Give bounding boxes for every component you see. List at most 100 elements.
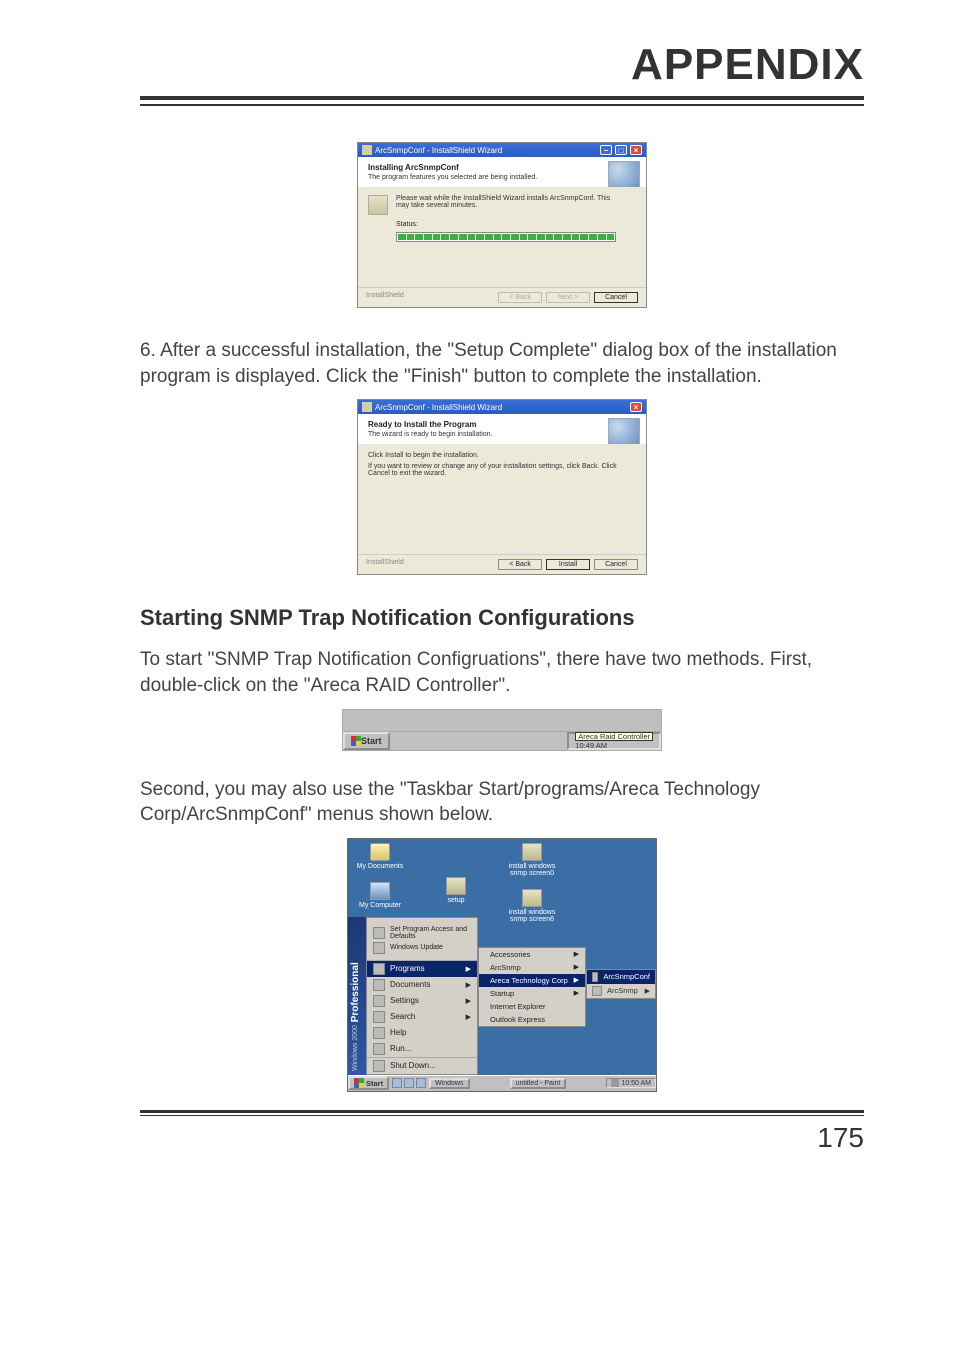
menu-search[interactable]: Search▶ <box>367 1009 477 1025</box>
programs-submenu: Accessories▶ ArcSnmp▶ Areca Technology C… <box>478 947 586 1027</box>
back-button: < Back <box>498 292 542 303</box>
globe-icon <box>373 942 385 954</box>
cancel-button[interactable]: Cancel <box>594 292 638 303</box>
minimize-button[interactable]: – <box>600 145 612 155</box>
quick-launch[interactable] <box>389 1078 429 1088</box>
menu-settings[interactable]: Settings▶ <box>367 993 477 1009</box>
footer-rule-thin <box>140 1115 864 1116</box>
status-label: Status: <box>396 221 636 228</box>
installer-icon <box>362 145 372 155</box>
windows-flag-icon <box>351 736 361 746</box>
section-heading: Starting SNMP Trap Notification Configur… <box>140 605 864 631</box>
help-icon <box>373 1027 385 1039</box>
tray-tooltip: Areca Raid Controller <box>575 732 653 742</box>
dialog-body-text: Click Install to begin the installation.… <box>368 452 636 477</box>
back-button[interactable]: < Back <box>498 559 542 570</box>
areca-submenu: ArcSnmpConf ArcSnmp▶ <box>586 969 656 999</box>
submenu-startup[interactable]: Startup▶ <box>479 987 585 1000</box>
dialog-footer: InstallShield < Back Install Cancel <box>358 554 646 574</box>
app-icon <box>592 972 598 982</box>
paragraph-step6: 6. After a successful installation, the … <box>140 338 864 389</box>
page-title: APPENDIX <box>140 40 864 90</box>
next-button: Next > <box>546 292 590 303</box>
installer-icon <box>362 402 372 412</box>
taskbar: Start Windows untitled - Paint 10:50 AM <box>348 1075 656 1091</box>
windows-flag-icon <box>354 1078 364 1088</box>
chevron-right-icon: ▶ <box>645 987 650 995</box>
install-progress-dialog: ArcSnmpConf - InstallShield Wizard – □ ×… <box>357 142 647 308</box>
install-body-text: Please wait while the InstallShield Wiza… <box>396 195 616 209</box>
ql-icon[interactable] <box>416 1078 426 1088</box>
install-button[interactable]: Install <box>546 559 590 570</box>
paragraph-method2: Second, you may also use the "Taskbar St… <box>140 777 864 828</box>
chevron-right-icon: ▶ <box>466 965 471 973</box>
chevron-right-icon: ▶ <box>466 997 471 1005</box>
dialog-subheading: The program features you selected are be… <box>368 174 636 181</box>
dialog-title-text: ArcSnmpConf - InstallShield Wizard <box>375 403 502 412</box>
ready-line2: If you want to review or change any of y… <box>368 463 636 477</box>
submenu-outlook-express[interactable]: Outlook Express <box>479 1013 585 1026</box>
start-button[interactable]: Start <box>343 732 390 750</box>
menu-run[interactable]: Run... <box>367 1041 477 1057</box>
ready-line1: Click Install to begin the installation. <box>368 452 636 459</box>
start-button-label: Start <box>366 1079 383 1088</box>
submenu-internet-explorer[interactable]: Internet Explorer <box>479 1000 585 1013</box>
shield-icon <box>373 927 385 939</box>
run-icon <box>373 1043 385 1055</box>
tray-clock: 10:49 AM <box>575 742 653 750</box>
desktop-install-screen0-icon[interactable]: install windows snmp screen0 <box>506 843 558 877</box>
menu-windows-update[interactable]: Windows Update <box>373 942 471 954</box>
start-button[interactable]: Start <box>348 1076 389 1090</box>
system-tray[interactable]: Areca Raid Controller 10:49 AM <box>567 732 661 750</box>
menu-set-program-access[interactable]: Set Program Access and Defaults <box>373 926 471 940</box>
cancel-button[interactable]: Cancel <box>594 559 638 570</box>
submenu2-arcsnmp[interactable]: ArcSnmp▶ <box>587 984 655 998</box>
desktop-install-screen6-icon[interactable]: install windows snmp screen6 <box>506 889 558 923</box>
dialog-heading: Ready to Install the Program <box>368 420 636 429</box>
submenu-areca-technology[interactable]: Areca Technology Corp▶ <box>479 974 585 987</box>
shutdown-icon <box>373 1060 385 1072</box>
chevron-right-icon: ▶ <box>466 981 471 989</box>
desktop-setup-icon[interactable]: setup <box>430 877 482 904</box>
desktop-my-computer-icon[interactable]: My Computer <box>354 882 406 909</box>
maximize-button[interactable]: □ <box>615 145 627 155</box>
footer-rule-thick <box>140 1110 864 1113</box>
menu-help[interactable]: Help <box>367 1025 477 1041</box>
search-icon <box>373 1011 385 1023</box>
desktop-my-documents-icon[interactable]: My Documents <box>354 843 406 870</box>
dialog-body: Click Install to begin the installation.… <box>358 444 646 554</box>
dialog-titlebar: ArcSnmpConf - InstallShield Wizard – □ × <box>358 143 646 157</box>
submenu2-arcsnmpconf[interactable]: ArcSnmpConf <box>587 970 655 984</box>
submenu-arcsnmp[interactable]: ArcSnmp▶ <box>479 961 585 974</box>
taskbar-task-paint[interactable]: untitled - Paint <box>510 1078 567 1089</box>
start-menu-screenshot: My Documents My Computer setup install w… <box>347 838 657 1092</box>
folder-icon <box>592 986 602 996</box>
ql-icon[interactable] <box>404 1078 414 1088</box>
close-button[interactable]: × <box>630 145 642 155</box>
start-menu-column: Set Program Access and Defaults Windows … <box>366 917 478 1075</box>
menu-programs[interactable]: Programs▶ <box>367 961 477 977</box>
chevron-right-icon: ▶ <box>466 1013 471 1021</box>
dialog-header: Installing ArcSnmpConf The program featu… <box>358 157 646 187</box>
dialog-subheading: The wizard is ready to begin installatio… <box>368 431 636 438</box>
chevron-right-icon: ▶ <box>574 963 579 971</box>
submenu-accessories[interactable]: Accessories▶ <box>479 948 585 961</box>
menu-shutdown[interactable]: Shut Down... <box>367 1057 477 1074</box>
progress-bar <box>396 232 616 242</box>
dialog-titlebar: ArcSnmpConf - InstallShield Wizard × <box>358 400 646 414</box>
ql-icon[interactable] <box>392 1078 402 1088</box>
page-number: 175 <box>140 1122 864 1154</box>
volume-icon[interactable] <box>611 1079 619 1087</box>
dialog-banner-icon <box>608 418 640 446</box>
install-disk-icon <box>368 195 388 215</box>
dialog-title-text: ArcSnmpConf - InstallShield Wizard <box>375 146 502 155</box>
ready-to-install-dialog: ArcSnmpConf - InstallShield Wizard × Rea… <box>357 399 647 575</box>
start-button-label: Start <box>361 736 382 746</box>
dialog-body: Please wait while the InstallShield Wiza… <box>358 187 646 287</box>
dialog-footer: InstallShield < Back Next > Cancel <box>358 287 646 307</box>
taskbar-task-windows[interactable]: Windows <box>429 1078 469 1089</box>
menu-documents[interactable]: Documents▶ <box>367 977 477 993</box>
chevron-right-icon: ▶ <box>574 950 579 958</box>
close-button[interactable]: × <box>630 402 642 412</box>
folder-icon <box>373 963 385 975</box>
